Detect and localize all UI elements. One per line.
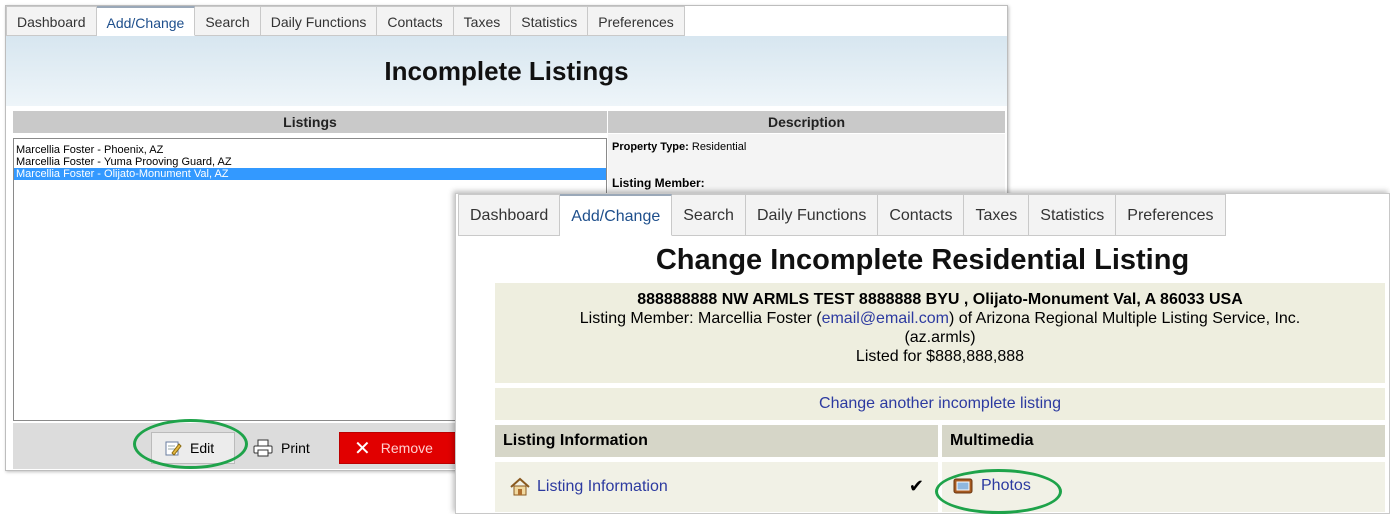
list-item[interactable]: Marcellia Foster - Phoenix, AZ xyxy=(14,144,606,156)
tab-add-change[interactable]: Add/Change xyxy=(96,6,196,36)
member-suffix: ) of Arizona Regional Multiple Listing S… xyxy=(948,310,1301,327)
tab-taxes[interactable]: Taxes xyxy=(964,194,1030,236)
tab-contacts[interactable]: Contacts xyxy=(878,194,965,236)
tab-statistics[interactable]: Statistics xyxy=(1029,194,1117,236)
page-title: Change Incomplete Residential Listing xyxy=(655,244,1190,276)
member-org-code: (az.armls) xyxy=(904,329,976,346)
description-panel: Property Type: Residential Listing Membe… xyxy=(608,134,1005,197)
house-icon xyxy=(510,477,530,496)
tab-preferences[interactable]: Preferences xyxy=(1116,194,1226,236)
change-row: Change another incomplete listing xyxy=(495,388,1385,420)
description-header: Description xyxy=(608,111,1005,133)
edit-label: Edit xyxy=(190,440,215,456)
change-listing-window: Dashboard Add/Change Search Daily Functi… xyxy=(455,193,1390,514)
remove-button[interactable]: ✕ Remove xyxy=(339,432,471,464)
list-item-selected[interactable]: Marcellia Foster - Olijato-Monument Val,… xyxy=(14,168,606,180)
property-type-row: Property Type: Residential xyxy=(612,141,746,153)
photos-link[interactable]: Photos xyxy=(981,477,1031,495)
edit-button[interactable]: Edit xyxy=(151,432,235,464)
check-icon: ✔ xyxy=(908,476,924,496)
listing-member-line: Listing Member: Marcellia Foster (email@… xyxy=(495,309,1385,328)
property-type-label: Property Type: xyxy=(612,141,689,153)
tab-statistics[interactable]: Statistics xyxy=(511,6,589,36)
print-label: Print xyxy=(281,440,310,456)
tab-bar: Dashboard Add/Change Search Daily Functi… xyxy=(458,194,1226,236)
tab-search[interactable]: Search xyxy=(672,194,746,236)
close-icon: ✕ xyxy=(354,437,371,460)
tab-taxes[interactable]: Taxes xyxy=(453,6,512,36)
title-band: Incomplete Listings xyxy=(6,36,1007,106)
tab-contacts[interactable]: Contacts xyxy=(377,6,454,36)
listing-information-item[interactable]: Listing Information xyxy=(509,477,668,497)
remove-label: Remove xyxy=(380,440,433,456)
listings-header: Listings xyxy=(13,111,607,133)
tab-search[interactable]: Search xyxy=(195,6,261,36)
listing-information-row: Listing Information ✔ xyxy=(495,462,938,512)
property-type-value: Residential xyxy=(691,141,747,153)
page-title: Incomplete Listings xyxy=(384,56,629,86)
tab-add-change[interactable]: Add/Change xyxy=(560,194,673,236)
multimedia-header: Multimedia xyxy=(942,425,1385,457)
photos-item[interactable]: Photos xyxy=(953,477,1031,495)
tab-dashboard[interactable]: Dashboard xyxy=(458,194,561,236)
printer-icon xyxy=(253,439,273,457)
listing-information-link[interactable]: Listing Information xyxy=(537,478,668,496)
listing-information-header: Listing Information xyxy=(495,425,938,457)
listing-address: 888888888 NW ARMLS TEST 8888888 BYU , Ol… xyxy=(637,291,1243,308)
tab-bar: Dashboard Add/Change Search Daily Functi… xyxy=(6,6,685,36)
print-button[interactable]: Print xyxy=(247,432,333,464)
listed-price: Listed for $888,888,888 xyxy=(855,348,1025,365)
tab-daily-functions[interactable]: Daily Functions xyxy=(745,194,879,236)
tab-daily-functions[interactable]: Daily Functions xyxy=(260,6,378,36)
photo-icon xyxy=(953,478,973,494)
tab-preferences[interactable]: Preferences xyxy=(588,6,685,36)
change-another-listing-link[interactable]: Change another incomplete listing xyxy=(819,395,1061,412)
tab-dashboard[interactable]: Dashboard xyxy=(6,6,97,36)
edit-icon xyxy=(165,441,182,456)
listing-summary: 888888888 NW ARMLS TEST 8888888 BYU , Ol… xyxy=(495,283,1385,383)
member-email-link[interactable]: email@email.com xyxy=(822,310,949,327)
multimedia-row: Photos xyxy=(942,462,1385,512)
listing-member-label: Listing Member: xyxy=(612,176,705,190)
list-item[interactable]: Marcellia Foster - Yuma Prooving Guard, … xyxy=(14,156,606,168)
member-prefix: Listing Member: Marcellia Foster ( xyxy=(579,310,822,327)
